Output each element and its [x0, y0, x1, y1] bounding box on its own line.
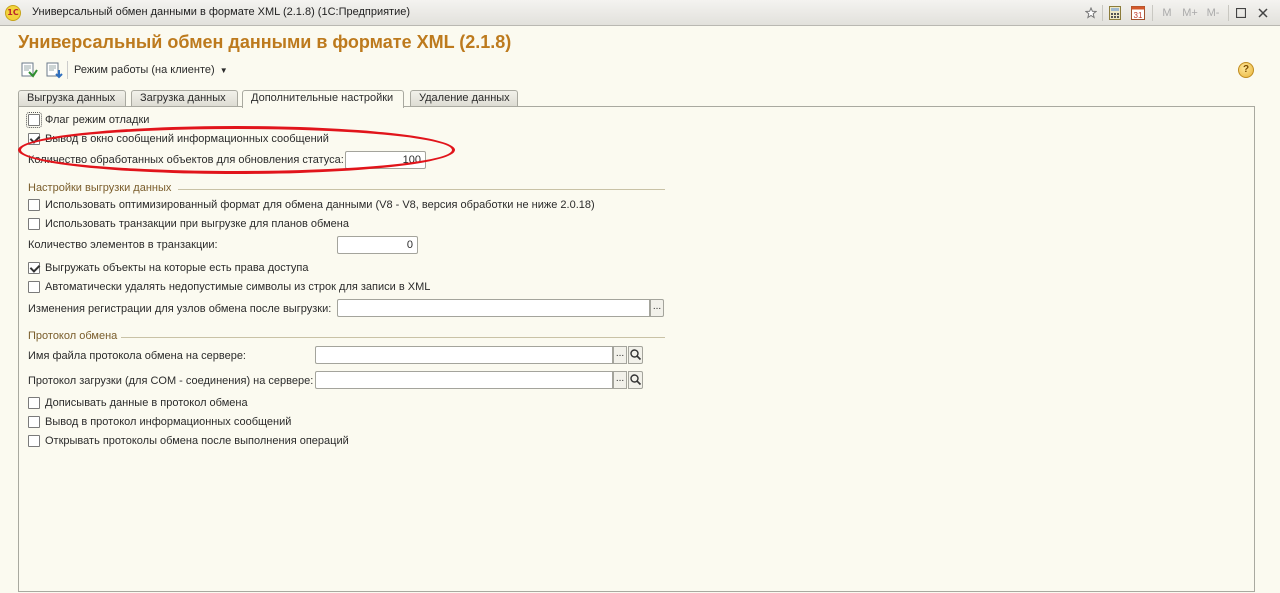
use-transactions-checkbox[interactable]	[28, 218, 40, 230]
maximize-icon[interactable]	[1234, 4, 1248, 22]
remove-invalid-chars-checkbox[interactable]	[28, 281, 40, 293]
debug-mode-checkbox[interactable]	[26, 112, 42, 128]
mode-dropdown-label: Режим работы (на клиенте)	[74, 64, 215, 76]
help-icon[interactable]: ?	[1238, 62, 1254, 78]
registration-changes-label: Изменения регистрации для узлов обмена п…	[28, 303, 332, 315]
form-toolbar: Режим работы (на клиенте) ▼	[0, 58, 1280, 82]
com-protocol-label: Протокол загрузки (для COM - соединения)…	[28, 375, 314, 387]
open-protocols-label: Открывать протоколы обмена после выполне…	[45, 435, 349, 447]
server-file-search-icon[interactable]	[628, 346, 643, 364]
com-protocol-select-button[interactable]: ...	[613, 371, 627, 389]
server-file-field[interactable]	[315, 346, 613, 364]
transaction-items-label: Количество элементов в транзакции:	[28, 239, 218, 251]
memory-plus-button[interactable]: M+	[1180, 4, 1200, 22]
memory-button[interactable]: M	[1160, 4, 1174, 22]
calendar-icon[interactable]: 31	[1130, 4, 1146, 22]
access-rights-label: Выгружать объекты на которые есть права …	[45, 262, 309, 274]
debug-mode-label: Флаг режим отладки	[45, 114, 150, 126]
com-protocol-search-icon[interactable]	[628, 371, 643, 389]
app-logo-icon: 1С	[5, 5, 21, 21]
info-to-protocol-checkbox[interactable]	[28, 416, 40, 428]
mode-dropdown-button[interactable]: Режим работы (на клиенте) ▼	[74, 64, 228, 76]
svg-text:31: 31	[1134, 11, 1143, 20]
tab-additional-settings[interactable]: Дополнительные настройки	[242, 90, 404, 108]
chevron-down-icon: ▼	[219, 66, 228, 75]
server-file-select-button[interactable]: ...	[613, 346, 627, 364]
tab-import[interactable]: Загрузка данных	[131, 90, 238, 107]
star-icon[interactable]	[1083, 4, 1099, 22]
section-divider	[178, 189, 665, 190]
transaction-items-field[interactable]: 0	[337, 236, 418, 254]
window-titlebar: 1С Универсальный обмен данными в формате…	[0, 0, 1280, 26]
registration-changes-select-button[interactable]: ...	[650, 299, 664, 317]
window-title: Универсальный обмен данными в формате XM…	[32, 6, 411, 18]
protocol-section-title: Протокол обмена	[28, 330, 118, 342]
save-settings-icon[interactable]	[20, 61, 38, 79]
calculator-icon[interactable]	[1107, 4, 1123, 22]
tab-export[interactable]: Выгрузка данных	[18, 90, 126, 107]
titlebar-separator	[1152, 5, 1153, 21]
remove-invalid-chars-label: Автоматически удалять недопустимые симво…	[45, 281, 431, 293]
titlebar-separator	[1102, 5, 1103, 21]
load-settings-icon[interactable]	[45, 61, 63, 79]
use-transactions-label: Использовать транзакции при выгрузке для…	[45, 218, 349, 230]
export-settings-section-title: Настройки выгрузки данных	[28, 182, 172, 194]
server-file-label: Имя файла протокола обмена на сервере:	[28, 350, 246, 362]
memory-minus-button[interactable]: M-	[1203, 4, 1223, 22]
info-to-protocol-label: Вывод в протокол информационных сообщени…	[45, 416, 292, 428]
toolbar-separator	[67, 61, 68, 79]
optimized-format-label: Использовать оптимизированный формат для…	[45, 199, 595, 211]
close-icon[interactable]	[1256, 4, 1270, 22]
access-rights-checkbox[interactable]	[28, 262, 40, 274]
optimized-format-checkbox[interactable]	[28, 199, 40, 211]
registration-changes-field[interactable]	[337, 299, 650, 317]
tab-delete-data[interactable]: Удаление данных	[410, 90, 518, 107]
append-data-label: Дописывать данные в протокол обмена	[45, 397, 248, 409]
open-protocols-checkbox[interactable]	[28, 435, 40, 447]
section-divider	[121, 337, 665, 338]
highlight-annotation	[18, 126, 455, 174]
form-title: Универсальный обмен данными в формате XM…	[18, 32, 512, 52]
titlebar-separator	[1228, 5, 1229, 21]
append-data-checkbox[interactable]	[28, 397, 40, 409]
com-protocol-field[interactable]	[315, 371, 613, 389]
